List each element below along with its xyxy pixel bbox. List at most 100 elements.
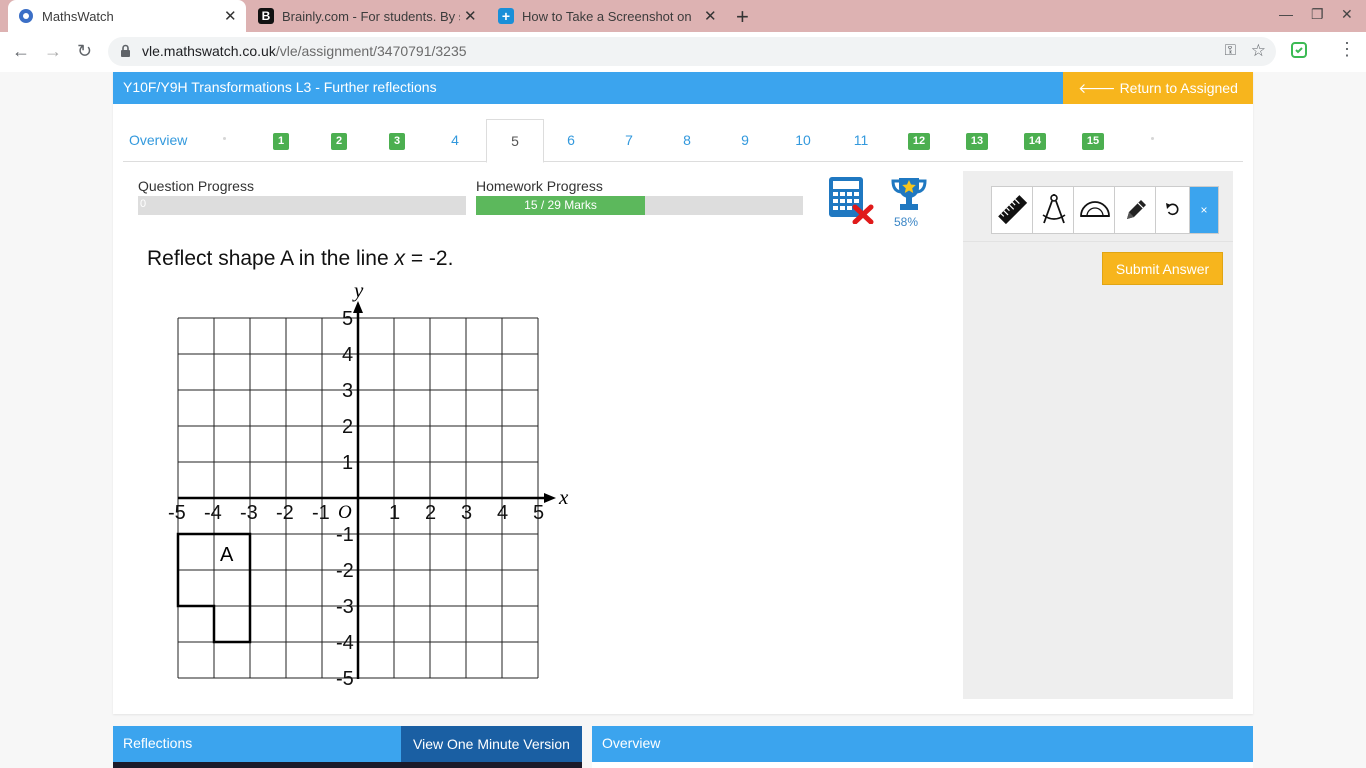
browser-tab-screenshot[interactable]: + How to Take a Screenshot on a C ✕ (488, 0, 726, 32)
lock-icon (120, 44, 131, 63)
panel-divider (963, 241, 1233, 242)
question-tab-2[interactable]: 2 (311, 119, 367, 161)
url-text: vle.mathswatch.co.uk/vle/assignment/3470… (142, 43, 467, 59)
question-progress-label: Question Progress (138, 178, 254, 194)
question-text-start: Reflect shape A in the line (147, 247, 395, 270)
menu-icon[interactable]: ⋮ (1338, 39, 1356, 60)
close-icon[interactable]: ✕ (464, 7, 477, 25)
undo-icon (1165, 201, 1181, 222)
x-tick-label: -4 (204, 502, 222, 524)
homework-progress-label: Homework Progress (476, 178, 603, 194)
trophy-icon (890, 176, 928, 217)
y-tick-label: 3 (342, 380, 353, 402)
forward-icon[interactable]: → (44, 41, 62, 62)
y-axis-label: y (352, 278, 364, 302)
tools-panel: × Submit Answer (963, 171, 1233, 699)
overview-panel: Overview (592, 726, 1253, 768)
x-tick-label: -2 (276, 502, 294, 524)
question-badge: 12 (907, 132, 931, 150)
close-icon[interactable]: ✕ (704, 7, 717, 25)
arrow-left-icon: 🡐 (1078, 80, 1120, 96)
url-domain: vle.mathswatch.co.uk (142, 43, 276, 59)
new-tab-icon[interactable]: + (736, 4, 749, 30)
brainly-favicon-icon: B (258, 8, 274, 24)
question-tab-6[interactable]: 6 (543, 119, 599, 161)
question-tab-4[interactable]: 4 (427, 119, 483, 161)
x-axis-arrow (544, 493, 556, 503)
submit-answer-button[interactable]: Submit Answer (1102, 252, 1223, 285)
assignment-card: Y10F/Y9H Transformations L3 - Further re… (113, 72, 1253, 714)
y-tick-label: -4 (336, 632, 354, 654)
assignment-title: Y10F/Y9H Transformations L3 - Further re… (123, 79, 437, 95)
trophy-percent: 58% (894, 215, 919, 229)
tab-title: How to Take a Screenshot on a C (522, 9, 692, 24)
question-text-end: = -2. (405, 247, 454, 270)
close-icon[interactable]: ✕ (224, 7, 237, 25)
undo-tool-button[interactable] (1156, 187, 1190, 233)
question-badge: 13 (965, 132, 989, 150)
mathswatch-favicon-icon (18, 8, 34, 24)
browser-tab-mathswatch[interactable]: MathsWatch ✕ (8, 0, 246, 32)
question-text: Reflect shape A in the line x = -2. (147, 247, 453, 271)
pencil-icon (1123, 197, 1149, 228)
shape-a-label: A (220, 544, 234, 566)
overview-tab[interactable]: Overview (129, 119, 187, 161)
view-one-minute-version-button[interactable]: View One Minute Version (401, 726, 582, 762)
question-badge: 1 (272, 132, 290, 150)
question-tab-14[interactable]: 14 (1007, 119, 1063, 161)
compass-tool-button[interactable] (1033, 187, 1074, 233)
protractor-icon (1079, 198, 1111, 225)
url-path: /vle/assignment/3470791/3235 (275, 43, 467, 59)
question-tab-8[interactable]: 8 (659, 119, 715, 161)
reflections-video-panel: Reflections View One Minute Version (113, 726, 582, 768)
pencil-tool-button[interactable] (1115, 187, 1156, 233)
restore-icon[interactable]: ❐ (1311, 6, 1324, 23)
question-tab-1[interactable]: 1 (253, 119, 309, 161)
tab-title: Brainly.com - For students. By st (282, 9, 460, 24)
browser-toolbar: ← → ↻ vle.mathswatch.co.uk/vle/assignmen… (0, 32, 1366, 73)
minimize-icon[interactable]: — (1279, 6, 1293, 22)
x-tick-label: -5 (168, 502, 186, 524)
question-tab-3[interactable]: 3 (369, 119, 425, 161)
question-tab-9[interactable]: 9 (717, 119, 773, 161)
ruler-icon (998, 194, 1028, 231)
question-tab-13[interactable]: 13 (949, 119, 1005, 161)
tab-title: MathsWatch (42, 9, 114, 24)
assignment-header: Y10F/Y9H Transformations L3 - Further re… (113, 72, 1253, 128)
question-progress-value: 0 (140, 198, 147, 210)
x-tick-label: 5 (533, 502, 544, 524)
x-tick-label: -1 (312, 502, 330, 524)
reload-icon[interactable]: ↻ (77, 41, 92, 62)
bookmark-star-icon[interactable]: ☆ (1251, 41, 1266, 61)
question-tab-7[interactable]: 7 (601, 119, 657, 161)
key-icon[interactable]: ⚿ (1225, 42, 1236, 59)
question-badge: 15 (1081, 132, 1105, 150)
video-player[interactable] (113, 762, 582, 768)
y-tick-label: -2 (336, 560, 354, 582)
protractor-tool-button[interactable] (1074, 187, 1115, 233)
back-icon[interactable]: ← (12, 41, 30, 62)
x-tick-label: 4 (497, 502, 508, 524)
homework-progress-fill: 15 / 29 Marks (476, 196, 646, 215)
plus-favicon-icon: + (498, 8, 514, 24)
question-tab-5[interactable]: 5 (486, 119, 544, 163)
question-badge: 14 (1023, 132, 1047, 150)
question-navigation: Overview 1 2 3 4 5 6 7 8 9 10 11 12 13 1… (123, 119, 1243, 163)
close-tools-button[interactable]: × (1190, 187, 1218, 233)
extension-icon[interactable] (1291, 42, 1307, 63)
coordinate-grid[interactable]: x y O -5 -4 -3 -2 -1 1 2 3 4 5 5 4 3 2 1 -1 -2 -3 -4 -5 A (158, 277, 578, 697)
return-to-assigned-work-button[interactable]: 🡐 Return to Assigned Work (1063, 72, 1253, 128)
overview-panel-title: Overview (602, 735, 661, 751)
browser-tab-brainly[interactable]: B Brainly.com - For students. By st ✕ (248, 0, 486, 32)
window-close-icon[interactable]: ✕ (1341, 6, 1353, 23)
question-tab-11[interactable]: 11 (833, 119, 889, 161)
question-tab-10[interactable]: 10 (775, 119, 831, 161)
drawing-toolbar: × (991, 186, 1219, 234)
ruler-tool-button[interactable] (992, 187, 1033, 233)
question-tab-15[interactable]: 15 (1065, 119, 1121, 161)
question-variable: x (394, 247, 406, 270)
address-bar[interactable]: vle.mathswatch.co.uk/vle/assignment/3470… (108, 37, 1276, 66)
question-tab-12[interactable]: 12 (891, 119, 947, 161)
compass-icon (1040, 193, 1068, 232)
y-tick-label: 1 (342, 452, 353, 474)
